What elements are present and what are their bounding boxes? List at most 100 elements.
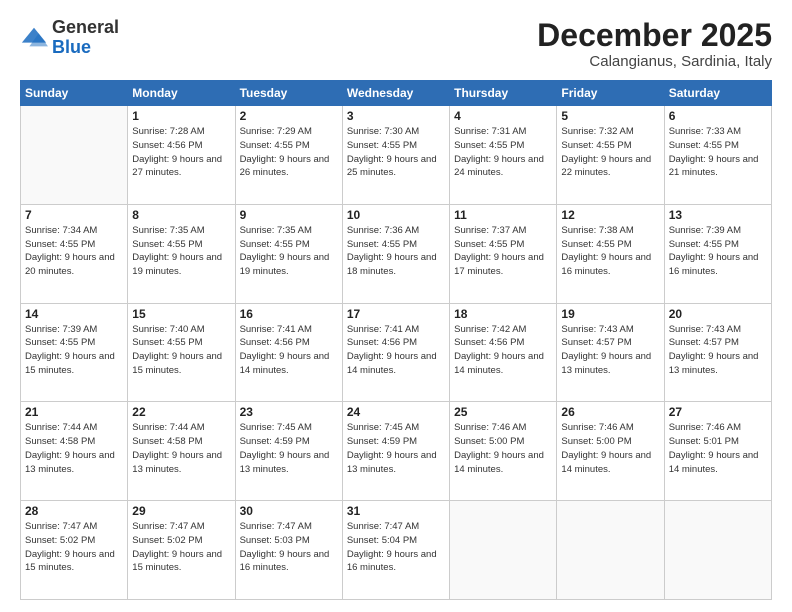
day-detail: Sunrise: 7:34 AM Sunset: 4:55 PM Dayligh… (25, 224, 123, 279)
calendar-cell: 1Sunrise: 7:28 AM Sunset: 4:56 PM Daylig… (128, 106, 235, 205)
calendar-cell: 28 Sunrise: 7:47 AM Sunset: 5:02 PM Dayli… (21, 501, 128, 600)
day-detail: Sunrise: 7:40 AM Sunset: 4:55 PM Dayligh… (132, 323, 230, 378)
week-row-3: 14 Sunrise: 7:39 AM Sunset: 4:55 PM Dayli… (21, 303, 772, 402)
day-detail: Sunrise: 7:46 AM Sunset: 5:00 PM Dayligh… (561, 421, 659, 476)
day-detail: Sunrise: 7:37 AM Sunset: 4:55 PM Dayligh… (454, 224, 552, 279)
day-header-tuesday: Tuesday (235, 81, 342, 106)
calendar-cell: 3 Sunrise: 7:30 AM Sunset: 4:55 PM Daylig… (342, 106, 449, 205)
day-number: 2 (240, 109, 338, 123)
day-number: 10 (347, 208, 445, 222)
day-number: 19 (561, 307, 659, 321)
calendar-cell: 13Sunrise: 7:39 AM Sunset: 4:55 PM Dayli… (664, 204, 771, 303)
day-number: 6 (669, 109, 767, 123)
calendar-cell (557, 501, 664, 600)
page: General Blue December 2025 Calangianus, … (0, 0, 792, 612)
calendar-cell (21, 106, 128, 205)
calendar-cell: 26 Sunrise: 7:46 AM Sunset: 5:00 PM Dayli… (557, 402, 664, 501)
calendar-cell (450, 501, 557, 600)
day-detail: Sunrise: 7:44 AM Sunset: 4:58 PM Dayligh… (132, 421, 230, 476)
day-detail: Sunrise: 7:32 AM Sunset: 4:55 PM Dayligh… (561, 125, 659, 180)
day-number: 9 (240, 208, 338, 222)
week-row-5: 28 Sunrise: 7:47 AM Sunset: 5:02 PM Dayli… (21, 501, 772, 600)
day-number: 3 (347, 109, 445, 123)
calendar-cell: 4Sunrise: 7:31 AM Sunset: 4:55 PM Daylig… (450, 106, 557, 205)
day-number: 25 (454, 405, 552, 419)
calendar-cell: 2 Sunrise: 7:29 AM Sunset: 4:55 PM Daylig… (235, 106, 342, 205)
day-number: 13 (669, 208, 767, 222)
day-detail: Sunrise: 7:47 AM Sunset: 5:02 PM Dayligh… (132, 520, 230, 575)
day-detail: Sunrise: 7:33 AM Sunset: 4:55 PM Dayligh… (669, 125, 767, 180)
day-detail: Sunrise: 7:39 AM Sunset: 4:55 PM Dayligh… (25, 323, 123, 378)
month-title: December 2025 (537, 18, 772, 53)
logo: General Blue (20, 18, 119, 58)
day-number: 15 (132, 307, 230, 321)
location: Calangianus, Sardinia, Italy (537, 53, 772, 70)
calendar-cell: 10 Sunrise: 7:36 AM Sunset: 4:55 PM Dayli… (342, 204, 449, 303)
logo-general: General (52, 18, 119, 38)
day-detail: Sunrise: 7:43 AM Sunset: 4:57 PM Dayligh… (669, 323, 767, 378)
day-header-friday: Friday (557, 81, 664, 106)
day-number: 28 (25, 504, 123, 518)
calendar-cell: 18 Sunrise: 7:42 AM Sunset: 4:56 PM Dayli… (450, 303, 557, 402)
day-number: 29 (132, 504, 230, 518)
day-detail: Sunrise: 7:35 AM Sunset: 4:55 PM Dayligh… (132, 224, 230, 279)
day-detail: Sunrise: 7:30 AM Sunset: 4:55 PM Dayligh… (347, 125, 445, 180)
day-number: 18 (454, 307, 552, 321)
day-detail: Sunrise: 7:28 AM Sunset: 4:56 PM Dayligh… (132, 125, 230, 180)
calendar-cell: 19 Sunrise: 7:43 AM Sunset: 4:57 PM Dayli… (557, 303, 664, 402)
calendar-cell (664, 501, 771, 600)
day-detail: Sunrise: 7:46 AM Sunset: 5:00 PM Dayligh… (454, 421, 552, 476)
week-row-2: 7Sunrise: 7:34 AM Sunset: 4:55 PM Daylig… (21, 204, 772, 303)
day-number: 21 (25, 405, 123, 419)
day-number: 5 (561, 109, 659, 123)
calendar-cell: 14 Sunrise: 7:39 AM Sunset: 4:55 PM Dayli… (21, 303, 128, 402)
day-number: 20 (669, 307, 767, 321)
day-number: 16 (240, 307, 338, 321)
calendar-cell: 9 Sunrise: 7:35 AM Sunset: 4:55 PM Daylig… (235, 204, 342, 303)
day-detail: Sunrise: 7:29 AM Sunset: 4:55 PM Dayligh… (240, 125, 338, 180)
calendar-header-row: SundayMondayTuesdayWednesdayThursdayFrid… (21, 81, 772, 106)
day-number: 23 (240, 405, 338, 419)
calendar-cell: 27 Sunrise: 7:46 AM Sunset: 5:01 PM Dayli… (664, 402, 771, 501)
calendar-cell: 5 Sunrise: 7:32 AM Sunset: 4:55 PM Daylig… (557, 106, 664, 205)
calendar-cell: 15 Sunrise: 7:40 AM Sunset: 4:55 PM Dayli… (128, 303, 235, 402)
day-detail: Sunrise: 7:41 AM Sunset: 4:56 PM Dayligh… (347, 323, 445, 378)
day-detail: Sunrise: 7:46 AM Sunset: 5:01 PM Dayligh… (669, 421, 767, 476)
calendar-cell: 20 Sunrise: 7:43 AM Sunset: 4:57 PM Dayli… (664, 303, 771, 402)
calendar-cell: 30Sunrise: 7:47 AM Sunset: 5:03 PM Dayli… (235, 501, 342, 600)
day-detail: Sunrise: 7:36 AM Sunset: 4:55 PM Dayligh… (347, 224, 445, 279)
calendar-cell: 12Sunrise: 7:38 AM Sunset: 4:55 PM Dayli… (557, 204, 664, 303)
calendar-cell: 11 Sunrise: 7:37 AM Sunset: 4:55 PM Dayli… (450, 204, 557, 303)
day-header-wednesday: Wednesday (342, 81, 449, 106)
calendar-cell: 16Sunrise: 7:41 AM Sunset: 4:56 PM Dayli… (235, 303, 342, 402)
calendar-cell: 7Sunrise: 7:34 AM Sunset: 4:55 PM Daylig… (21, 204, 128, 303)
day-detail: Sunrise: 7:45 AM Sunset: 4:59 PM Dayligh… (347, 421, 445, 476)
week-row-4: 21 Sunrise: 7:44 AM Sunset: 4:58 PM Dayli… (21, 402, 772, 501)
day-detail: Sunrise: 7:42 AM Sunset: 4:56 PM Dayligh… (454, 323, 552, 378)
day-header-sunday: Sunday (21, 81, 128, 106)
day-number: 11 (454, 208, 552, 222)
day-detail: Sunrise: 7:47 AM Sunset: 5:02 PM Dayligh… (25, 520, 123, 575)
calendar-table: SundayMondayTuesdayWednesdayThursdayFrid… (20, 80, 772, 600)
day-header-thursday: Thursday (450, 81, 557, 106)
header: General Blue December 2025 Calangianus, … (20, 18, 772, 70)
day-number: 27 (669, 405, 767, 419)
calendar-cell: 6 Sunrise: 7:33 AM Sunset: 4:55 PM Daylig… (664, 106, 771, 205)
logo-text: General Blue (52, 18, 119, 58)
day-number: 26 (561, 405, 659, 419)
day-detail: Sunrise: 7:38 AM Sunset: 4:55 PM Dayligh… (561, 224, 659, 279)
calendar-cell: 29 Sunrise: 7:47 AM Sunset: 5:02 PM Dayli… (128, 501, 235, 600)
day-number: 24 (347, 405, 445, 419)
day-detail: Sunrise: 7:47 AM Sunset: 5:03 PM Dayligh… (240, 520, 338, 575)
day-detail: Sunrise: 7:43 AM Sunset: 4:57 PM Dayligh… (561, 323, 659, 378)
calendar-cell: 22Sunrise: 7:44 AM Sunset: 4:58 PM Dayli… (128, 402, 235, 501)
day-detail: Sunrise: 7:45 AM Sunset: 4:59 PM Dayligh… (240, 421, 338, 476)
day-header-saturday: Saturday (664, 81, 771, 106)
calendar-cell: 21Sunrise: 7:44 AM Sunset: 4:58 PM Dayli… (21, 402, 128, 501)
calendar-cell: 25 Sunrise: 7:46 AM Sunset: 5:00 PM Dayli… (450, 402, 557, 501)
week-row-1: 1Sunrise: 7:28 AM Sunset: 4:56 PM Daylig… (21, 106, 772, 205)
day-number: 14 (25, 307, 123, 321)
day-detail: Sunrise: 7:35 AM Sunset: 4:55 PM Dayligh… (240, 224, 338, 279)
day-number: 8 (132, 208, 230, 222)
day-number: 31 (347, 504, 445, 518)
